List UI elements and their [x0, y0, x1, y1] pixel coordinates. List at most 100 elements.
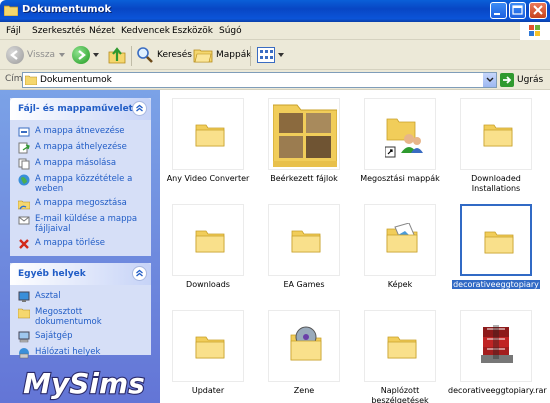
- address-input[interactable]: Dokumentumok: [22, 72, 497, 88]
- back-arrow-icon: [6, 46, 24, 64]
- menu-help[interactable]: Súgó: [219, 26, 242, 36]
- file-thumbnail[interactable]: [460, 98, 532, 170]
- email-icon: [18, 216, 30, 225]
- file-name: Updater: [160, 386, 256, 396]
- file-name-text: Zene: [293, 386, 315, 395]
- place-label: Megosztott dokumentumok: [35, 307, 102, 327]
- task-share-folder[interactable]: A mappa megosztása: [18, 198, 145, 210]
- menu-edit[interactable]: Szerkesztés: [32, 26, 85, 36]
- folder-icon: [25, 75, 37, 85]
- file-name-text: Képek: [387, 280, 413, 289]
- file-name: Naplózott beszélgetések: [352, 386, 448, 403]
- task-move-folder[interactable]: A mappa áthelyezése: [18, 142, 145, 154]
- file-thumbnail[interactable]: [268, 98, 340, 170]
- go-arrow-icon: [500, 73, 514, 87]
- file-name-text: EA Games: [283, 280, 325, 289]
- minimize-button[interactable]: [490, 2, 507, 19]
- file-name-text: decorativeeggtopiary.rar: [448, 386, 547, 395]
- file-thumbnail[interactable]: [172, 310, 244, 382]
- task-delete-folder[interactable]: A mappa törlése: [18, 238, 145, 250]
- chevron-down-icon: [486, 77, 494, 82]
- svg-text:MySims: MySims: [23, 367, 145, 400]
- file-thumbnail[interactable]: [172, 204, 244, 276]
- place-shared-documents[interactable]: Megosztott dokumentumok: [18, 307, 145, 327]
- minimize-icon: [494, 13, 500, 15]
- windows-flag-icon: [529, 25, 540, 36]
- task-rename-folder[interactable]: A mappa átnevezése: [18, 126, 145, 138]
- place-network[interactable]: Hálózati helyek: [18, 347, 145, 359]
- other-places-panel: Egyéb helyek Asztal Megosztott dokumentu…: [10, 263, 151, 359]
- folders-button[interactable]: Mappák: [193, 44, 251, 66]
- place-my-computer[interactable]: Sajátgép: [18, 331, 145, 343]
- search-button[interactable]: Keresés: [136, 44, 192, 66]
- collapse-icon[interactable]: [132, 101, 147, 116]
- toolbar-separator: [250, 46, 251, 66]
- globe-icon: [18, 174, 30, 186]
- search-label: Keresés: [157, 50, 192, 60]
- task-email-folder[interactable]: E-mail küldése a mappa fájljaival: [18, 214, 145, 234]
- task-label: E-mail küldése a mappa fájljaival: [35, 214, 138, 234]
- copy-icon: [18, 158, 30, 170]
- place-label: Sajátgép: [35, 331, 73, 341]
- shared-folder-icon: [18, 308, 30, 319]
- place-label: Hálózati helyek: [35, 347, 101, 357]
- rename-icon: [18, 127, 30, 137]
- panel-title: Fájl- és mappaműveletek: [18, 104, 146, 114]
- share-users-icon: [385, 118, 423, 158]
- file-thumbnail[interactable]: [460, 204, 532, 276]
- search-icon: [137, 47, 153, 63]
- task-copy-folder[interactable]: A mappa másolása: [18, 158, 145, 170]
- menu-favorites[interactable]: Kedvencek: [121, 26, 170, 36]
- pictures-folder-icon: [386, 223, 418, 253]
- address-value: Dokumentumok: [40, 75, 112, 85]
- close-button[interactable]: [529, 2, 547, 19]
- task-label: A mappa másolása: [35, 158, 117, 168]
- file-name: EA Games: [256, 280, 352, 290]
- file-name: Any Video Converter: [160, 174, 256, 184]
- task-pane: Fájl- és mappaműveletek A mappa átnevezé…: [0, 90, 160, 403]
- address-dropdown-button[interactable]: [482, 73, 496, 87]
- go-label: Ugrás: [517, 75, 544, 85]
- forward-button[interactable]: [72, 44, 99, 66]
- menu-view[interactable]: Nézet: [89, 26, 115, 36]
- menu-tools[interactable]: Eszközök: [172, 26, 213, 36]
- file-name: Downloaded Installations: [448, 174, 544, 194]
- maximize-button[interactable]: [509, 2, 526, 19]
- maximize-icon: [512, 5, 523, 15]
- task-label: A mappa átnevezése: [35, 126, 125, 136]
- file-name: Beérkezett fájlok: [256, 174, 352, 184]
- file-thumbnail[interactable]: [172, 98, 244, 170]
- file-name: decorativeeggtopiary: [448, 280, 544, 290]
- file-name: Downloads: [160, 280, 256, 290]
- task-label: A mappa megosztása: [35, 198, 127, 208]
- panel-header[interactable]: Egyéb helyek: [10, 263, 151, 285]
- rar-archive-icon: [481, 325, 513, 363]
- photo-folder-icon: [273, 104, 337, 167]
- share-icon: [18, 200, 30, 210]
- file-name-text: Megosztási mappák: [360, 174, 440, 183]
- file-thumbnail[interactable]: [364, 98, 436, 170]
- task-publish-folder[interactable]: A mappa közzététele a weben: [18, 174, 145, 194]
- chevron-down-icon: [278, 53, 284, 57]
- views-button[interactable]: [257, 44, 284, 66]
- up-folder-button[interactable]: [107, 44, 127, 66]
- back-button[interactable]: Vissza: [6, 44, 66, 66]
- collapse-icon[interactable]: [132, 266, 147, 281]
- menu-file[interactable]: Fájl: [6, 26, 21, 36]
- back-label: Vissza: [27, 50, 56, 60]
- file-thumbnail[interactable]: [364, 204, 436, 276]
- file-thumbnail[interactable]: [268, 310, 340, 382]
- file-thumbnail[interactable]: [268, 204, 340, 276]
- file-thumbnail[interactable]: [364, 310, 436, 382]
- file-thumbnail[interactable]: [460, 310, 532, 382]
- panel-title: Egyéb helyek: [18, 269, 86, 279]
- folder-icon: [195, 336, 225, 359]
- file-name-text: Downloaded Installations: [471, 174, 521, 193]
- place-desktop[interactable]: Asztal: [18, 291, 145, 303]
- go-button[interactable]: Ugrás: [500, 73, 543, 87]
- up-folder-icon: [108, 47, 126, 64]
- folder-icon: [484, 231, 514, 254]
- place-label: Asztal: [35, 291, 61, 301]
- panel-header[interactable]: Fájl- és mappaműveletek: [10, 98, 151, 120]
- menu-bar: Fájl Szerkesztés Nézet Kedvencek Eszközö…: [0, 22, 550, 40]
